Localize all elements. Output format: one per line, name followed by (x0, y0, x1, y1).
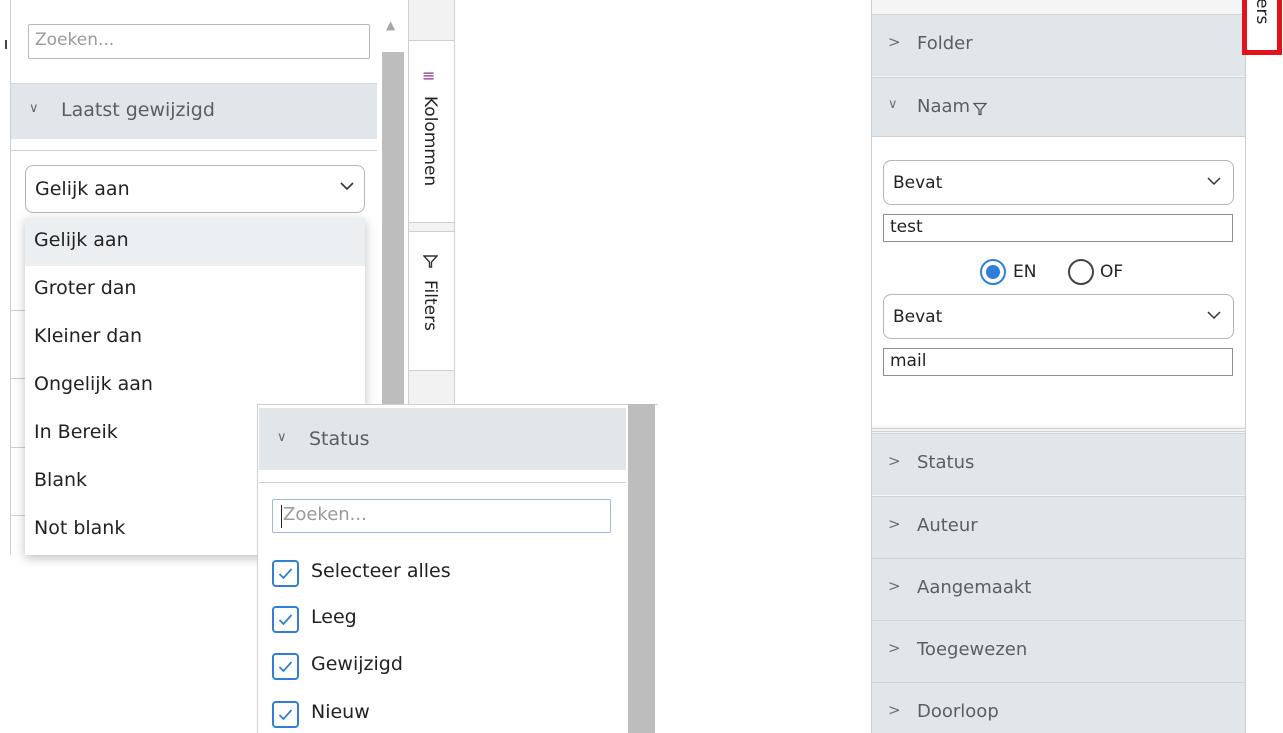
tab-gap (409, 223, 454, 231)
section-title: Status (309, 428, 370, 450)
column-search-input[interactable]: Zoeken... (28, 24, 370, 59)
tab-filters-label: Filters (420, 280, 440, 331)
select-value: Bevat (893, 173, 943, 193)
chevron-down-icon: ∨ (888, 97, 898, 112)
radio-or[interactable] (1068, 259, 1094, 285)
divider (11, 515, 25, 516)
radio-and[interactable] (980, 259, 1006, 285)
condition2-select[interactable]: Bevat (883, 294, 1234, 339)
checkbox-checked-icon[interactable] (272, 560, 299, 587)
checkbox-leeg[interactable]: Leeg (272, 604, 522, 634)
radio-or-label: OF (1100, 262, 1124, 282)
select-value: Bevat (893, 307, 943, 327)
search-placeholder: Zoeken... (35, 30, 115, 50)
section-header-status[interactable]: ∨ Status (259, 408, 626, 470)
checkbox-nieuw[interactable]: Nieuw (272, 699, 522, 729)
chevron-right-icon: > (888, 701, 901, 719)
status-search-input[interactable]: Zoeken... (272, 499, 611, 533)
chevron-down-icon (1207, 177, 1221, 186)
checkbox-label: Gewijzigd (311, 653, 403, 675)
radio-and-label: EN (1013, 262, 1037, 282)
join-operator-group: EN OF (980, 259, 1123, 287)
section-header-aangemaakt[interactable]: > Aangemaakt (872, 558, 1245, 620)
divider (259, 482, 626, 483)
section-title: Doorloop (917, 701, 999, 722)
tab-gap (409, 0, 454, 40)
filter-condition-select[interactable]: Gelijk aan (25, 165, 365, 213)
tab-columns-label: Kolommen (420, 96, 440, 187)
checkbox-select-all[interactable]: Selecteer alles (272, 558, 522, 588)
filter-icon (423, 255, 438, 268)
divider (11, 310, 25, 311)
chevron-down-icon: ∨ (29, 101, 39, 116)
chevron-right-icon: > (888, 639, 901, 657)
chevron-right-icon: > (888, 515, 901, 533)
chevron-down-icon: ∨ (277, 430, 287, 445)
filter-value1-input[interactable]: test (883, 214, 1233, 242)
dropdown-option[interactable]: Kleiner dan (25, 314, 365, 362)
section-title: Auteur (917, 515, 978, 536)
columns-icon: ≡ (422, 66, 436, 85)
chevron-right-icon: > (888, 33, 901, 51)
section-header-last-modified[interactable]: ∨ Laatst gewijzigd (11, 83, 377, 139)
select-value: Gelijk aan (35, 178, 130, 200)
checkbox-gewijzigd[interactable]: Gewijzigd (272, 651, 522, 681)
dropdown-option[interactable]: Gelijk aan (25, 218, 365, 266)
input-value: test (890, 217, 923, 237)
checkbox-checked-icon[interactable] (272, 701, 299, 728)
dropdown-option[interactable]: Ongelijk aan (25, 362, 365, 410)
checkbox-label: Nieuw (311, 701, 370, 723)
section-header-doorloop[interactable]: > Doorloop (872, 682, 1245, 733)
section-title: Laatst gewijzigd (61, 99, 215, 121)
input-value: mail (890, 351, 927, 371)
text-caret (281, 505, 282, 528)
chevron-down-icon (1207, 311, 1221, 320)
tab-columns[interactable]: ≡ Kolommen (409, 40, 454, 223)
tab-filters-label: ers (1252, 0, 1272, 25)
tab-strip-border (454, 0, 455, 410)
section-title: Aangemaakt (917, 577, 1032, 598)
section-header-toegewezen[interactable]: > Toegewezen (872, 620, 1245, 682)
checkbox-label: Leeg (311, 606, 357, 628)
dropdown-option[interactable]: Groter dan (25, 266, 365, 314)
divider (872, 428, 1245, 432)
section-title: Folder (917, 33, 973, 54)
condition1-select[interactable]: Bevat (883, 160, 1234, 205)
divider (11, 447, 25, 448)
resize-handle[interactable] (5, 40, 7, 49)
checkbox-checked-icon[interactable] (272, 653, 299, 680)
section-header-naam[interactable]: ∨ Naam (872, 77, 1245, 137)
chevron-right-icon: > (888, 452, 901, 470)
section-title: Status (917, 452, 975, 473)
search-placeholder: Zoeken... (283, 504, 367, 525)
tab-filters-highlighted[interactable]: ers (1242, 0, 1282, 55)
filter-value2-input[interactable]: mail (883, 348, 1233, 376)
section-header-status[interactable]: > Status (872, 433, 1245, 495)
divider (11, 378, 25, 379)
chevron-down-icon (340, 182, 354, 191)
divider (11, 150, 377, 151)
scrollbar-thumb[interactable] (628, 404, 655, 733)
tab-filters[interactable]: Filters (409, 231, 454, 371)
chevron-right-icon: > (888, 577, 901, 595)
section-header-folder[interactable]: > Folder (872, 14, 1245, 76)
section-title: Naam (917, 96, 971, 117)
checkbox-checked-icon[interactable] (272, 606, 299, 633)
section-header-auteur[interactable]: > Auteur (872, 496, 1245, 558)
checkbox-label: Selecteer alles (311, 560, 451, 582)
scroll-up-arrow-icon[interactable]: ▲ (386, 18, 395, 32)
section-title: Toegewezen (917, 639, 1028, 660)
filter-icon (973, 102, 987, 116)
